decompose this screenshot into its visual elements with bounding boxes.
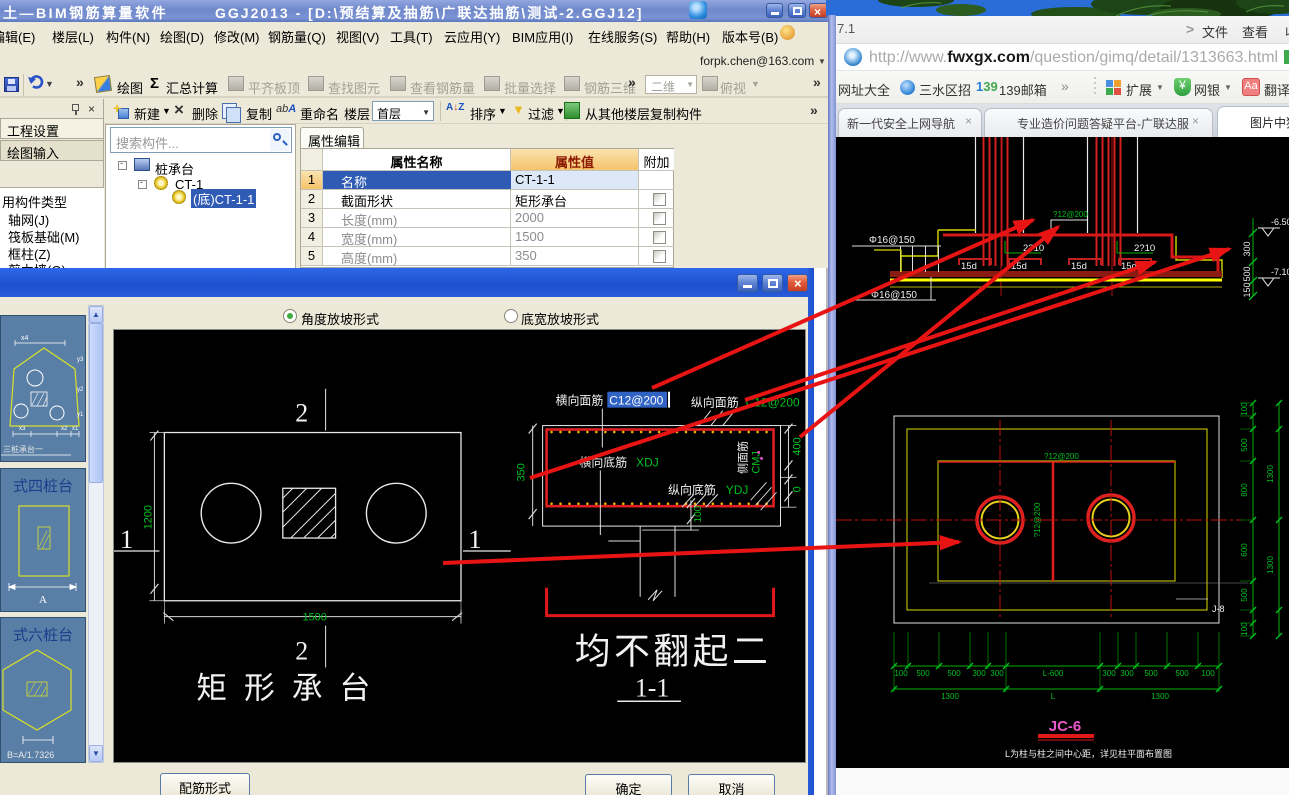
svg-text:300: 300 xyxy=(1242,241,1252,256)
svg-text:L为柱与柱之间中心距，详见柱平面布置图: L为柱与柱之间中心距，详见柱平面布置图 xyxy=(1005,748,1172,759)
svg-text:?12@200: ?12@200 xyxy=(1044,452,1079,461)
svg-text:15d: 15d xyxy=(1121,261,1137,272)
svg-text:L-600: L-600 xyxy=(1043,669,1064,678)
svg-text:-6.50: -6.50 xyxy=(1271,217,1289,227)
svg-text:2?10: 2?10 xyxy=(1134,243,1155,254)
svg-text:1: 1 xyxy=(468,524,481,554)
svg-text:100: 100 xyxy=(894,669,908,678)
svg-text:纵向底筋: 纵向底筋 xyxy=(668,482,716,497)
svg-text:1500: 1500 xyxy=(302,612,326,624)
svg-text:横向面筋: 横向面筋 xyxy=(556,393,604,408)
svg-text:矩形承台: 矩形承台 xyxy=(196,670,387,705)
svg-text:L: L xyxy=(1051,692,1056,701)
svg-text:500: 500 xyxy=(1240,588,1249,602)
svg-text:x3: x3 xyxy=(19,426,26,432)
svg-text:式六桩台: 式六桩台 xyxy=(13,627,73,644)
svg-text:100: 100 xyxy=(1240,622,1249,636)
svg-text:x2: x2 xyxy=(61,426,68,432)
svg-text:600: 600 xyxy=(1240,543,1249,557)
svg-text:100: 100 xyxy=(693,505,704,522)
svg-text:350: 350 xyxy=(516,463,528,481)
svg-text:400: 400 xyxy=(791,437,803,455)
svg-text:A: A xyxy=(39,594,47,606)
svg-text:x1: x1 xyxy=(72,426,79,432)
svg-text:100: 100 xyxy=(1201,669,1215,678)
svg-text:y1: y1 xyxy=(77,412,84,418)
svg-text:2: 2 xyxy=(295,636,308,665)
svg-text:500: 500 xyxy=(1175,669,1189,678)
svg-text:1: 1 xyxy=(120,524,133,554)
svg-text:Φ16@150: Φ16@150 xyxy=(869,235,915,246)
svg-text:500: 500 xyxy=(916,669,930,678)
svg-text:100: 100 xyxy=(1240,402,1249,416)
svg-text:500: 500 xyxy=(1144,669,1158,678)
svg-text:Φ16@150: Φ16@150 xyxy=(871,290,917,301)
svg-text:800: 800 xyxy=(1240,483,1249,497)
svg-text:15d: 15d xyxy=(1071,261,1087,272)
svg-text:CMJ: CMJ xyxy=(751,451,763,473)
svg-text:2?10: 2?10 xyxy=(1023,243,1044,254)
svg-text:0: 0 xyxy=(791,486,803,492)
svg-text:1300: 1300 xyxy=(1266,556,1275,574)
svg-text:横向底筋: 横向底筋 xyxy=(579,454,627,469)
svg-text:15d: 15d xyxy=(961,261,977,272)
svg-text:2: 2 xyxy=(295,399,308,428)
svg-text:-7.10: -7.10 xyxy=(1271,267,1289,277)
svg-text:J-8: J-8 xyxy=(1212,604,1225,614)
svg-text:纵向面筋: 纵向面筋 xyxy=(691,395,739,410)
svg-text:300: 300 xyxy=(1102,669,1116,678)
svg-text:300: 300 xyxy=(1120,669,1134,678)
svg-text:y3: y3 xyxy=(77,357,84,363)
svg-text:1-1: 1-1 xyxy=(635,673,670,702)
svg-text:500: 500 xyxy=(947,669,961,678)
svg-text:1200: 1200 xyxy=(142,505,154,529)
svg-text:C12@200: C12@200 xyxy=(609,394,663,408)
svg-text:侧面筋: 侧面筋 xyxy=(736,441,750,474)
svg-text:1300: 1300 xyxy=(941,692,959,701)
svg-text:1300: 1300 xyxy=(1151,692,1169,701)
svg-text:B=A/1.7326: B=A/1.7326 xyxy=(7,750,54,760)
svg-text:均不翻起二: 均不翻起二 xyxy=(575,631,772,671)
svg-text:x4: x4 xyxy=(21,335,29,342)
svg-text:300: 300 xyxy=(990,669,1004,678)
svg-text:YDJ: YDJ xyxy=(726,483,749,497)
svg-text:?12@200: ?12@200 xyxy=(1053,210,1088,219)
svg-text:300: 300 xyxy=(972,669,986,678)
svg-text:150: 150 xyxy=(1242,282,1252,297)
svg-text:JC-6: JC-6 xyxy=(1049,718,1082,735)
svg-text:1300: 1300 xyxy=(1266,465,1275,483)
svg-text:y2: y2 xyxy=(77,387,84,393)
svg-text:XDJ: XDJ xyxy=(636,455,659,469)
svg-text:C12@200: C12@200 xyxy=(746,396,800,410)
svg-text:式四桩台: 式四桩台 xyxy=(13,478,73,495)
svg-text:500: 500 xyxy=(1242,266,1252,281)
svg-text:15d: 15d xyxy=(1011,261,1027,272)
svg-text:500: 500 xyxy=(1240,438,1249,452)
svg-text:三桩承台一: 三桩承台一 xyxy=(3,444,43,454)
